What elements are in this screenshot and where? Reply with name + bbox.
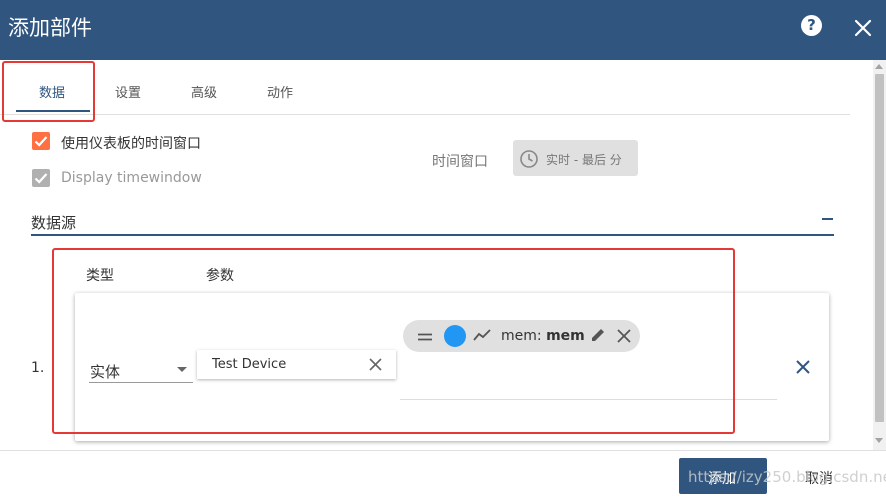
scroll-up-arrow-icon[interactable] [875, 64, 883, 69]
dialog-title: 添加部件 [8, 16, 92, 40]
row-index: 1. [31, 360, 45, 376]
scroll-thumb[interactable] [875, 74, 884, 422]
tab-bar: 数据 设置 高级 动作 [0, 60, 850, 115]
use-dashboard-timewindow-label: 使用仪表板的时间窗口 [61, 136, 201, 152]
vertical-scrollbar[interactable] [873, 60, 886, 450]
tab-advanced[interactable]: 高级 [191, 82, 217, 101]
datasources-title: 数据源 [31, 214, 77, 232]
display-timewindow-label: Display timewindow [61, 170, 202, 186]
highlight-box-datasource [52, 248, 735, 434]
collapse-icon[interactable] [822, 218, 833, 220]
tab-actions[interactable]: 动作 [267, 82, 293, 101]
clock-icon [520, 150, 538, 168]
timewindow-label: 时间窗口 [432, 154, 488, 170]
remove-datasource-icon[interactable] [795, 359, 811, 375]
help-icon[interactable]: ? [801, 15, 822, 36]
dialog-header: 添加部件 ? [0, 0, 886, 60]
checkmark-icon [34, 173, 48, 184]
display-timewindow-checkbox[interactable] [32, 169, 50, 187]
highlight-box-tab [2, 61, 95, 122]
checkmark-icon [34, 136, 48, 147]
timewindow-value: 实时 - 最后 分 [546, 153, 622, 167]
timewindow-button[interactable]: 实时 - 最后 分 [513, 140, 638, 176]
watermark: https://izy250.blog.csdn.net [688, 468, 886, 486]
use-dashboard-timewindow-checkbox[interactable] [32, 132, 50, 150]
footer-divider [0, 450, 886, 451]
scroll-down-arrow-icon[interactable] [875, 438, 883, 443]
datasources-divider [31, 234, 834, 236]
tab-settings[interactable]: 设置 [115, 82, 141, 101]
close-icon[interactable] [852, 17, 874, 39]
